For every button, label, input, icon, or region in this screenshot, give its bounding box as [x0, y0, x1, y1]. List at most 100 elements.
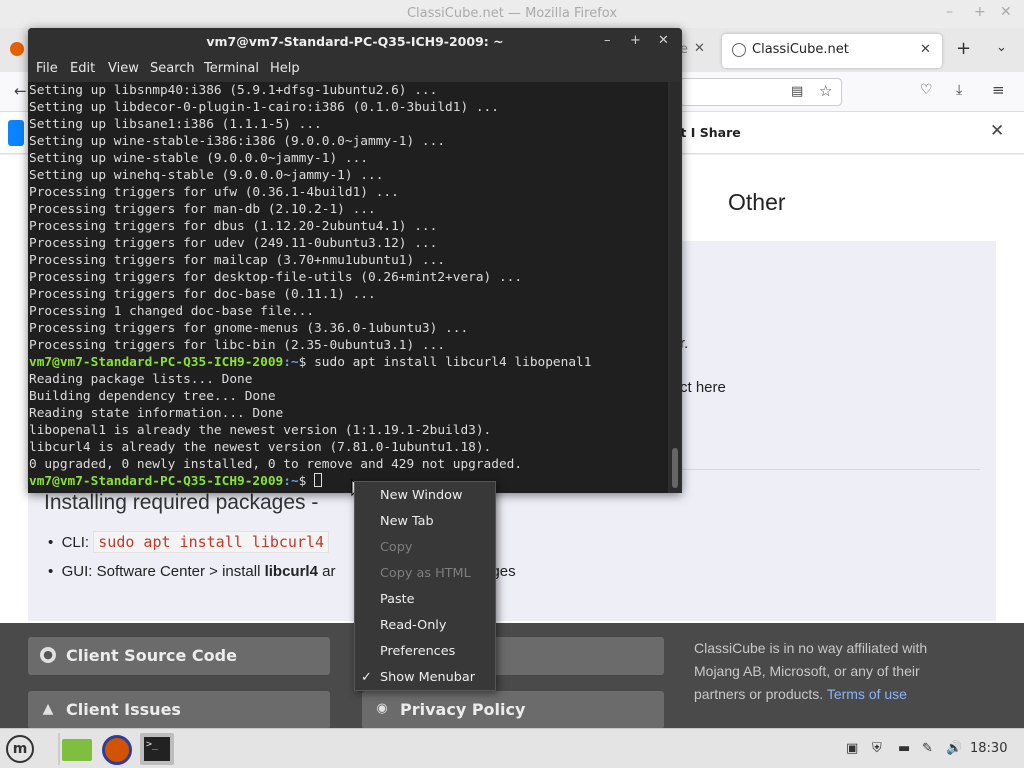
bullet: • [48, 563, 62, 580]
terminal-line: Setting up libsnmp40:i386 (5.9.1+dfsg-1u… [29, 83, 438, 98]
terminal-output[interactable]: Setting up libsnmp40:i386 (5.9.1+dfsg-1u… [28, 82, 668, 493]
pocket-icon[interactable]: ♡ [920, 82, 933, 98]
prompt-user: vm7@vm7-Standard-PC-Q35-ICH9-2009 [29, 474, 284, 489]
network-icon[interactable]: ✎ [922, 741, 933, 756]
firefox-logo-icon [10, 42, 24, 56]
minimize-icon[interactable]: – [946, 4, 953, 20]
menu-item-copy: Copy [380, 540, 413, 555]
menu-search[interactable]: Search [150, 61, 195, 76]
terminal-line: Processing triggers for doc-base (0.11.1… [29, 287, 376, 302]
bullet: • [48, 534, 62, 551]
menu-terminal[interactable]: Terminal [204, 61, 259, 76]
terminal-line: Processing triggers for dbus (1.12.20-2u… [29, 219, 438, 234]
notification-close-icon[interactable]: ✕ [990, 121, 1004, 141]
prompt-path: :~ [283, 474, 299, 489]
clock[interactable]: 18:30 [970, 741, 1007, 756]
prompt-symbol: $ [298, 355, 315, 370]
cli-code: sudo apt install libcurl4 [93, 531, 330, 553]
installing-heading: Installing required packages - [44, 491, 319, 514]
privacy-policy-button[interactable]: ◉ Privacy Policy [362, 691, 664, 729]
terminal-line: 0 upgraded, 0 newly installed, 0 to remo… [29, 457, 523, 472]
gui-text: ar [317, 563, 336, 580]
bookmark-star-icon[interactable]: ☆ [819, 82, 832, 100]
chevron-down-icon[interactable]: ⌄ [996, 40, 1007, 55]
new-tab-icon[interactable]: + [956, 38, 971, 59]
client-issues-button[interactable]: ▲ Client Issues [28, 691, 330, 729]
menu-item-paste[interactable]: Paste [355, 587, 495, 613]
volume-icon[interactable]: 🔊 [946, 741, 962, 756]
terminal-line: Processing triggers for man-db (2.10.2-1… [29, 202, 376, 217]
notification-icon [8, 120, 24, 146]
url-bar[interactable]: ▤ ☆ [680, 78, 842, 106]
shield-icon[interactable]: ⛨ [872, 741, 882, 756]
files-icon[interactable] [62, 739, 92, 761]
terminal-line: Processing 1 changed doc-base file... [29, 304, 315, 319]
terminal-line: libcurl4 is already the newest version (… [29, 440, 492, 455]
menu-item-label: Show Menubar [380, 670, 475, 685]
privacy-policy-label: Privacy Policy [400, 700, 526, 719]
menu-file[interactable]: File [36, 61, 58, 76]
firefox-taskbar-icon[interactable] [102, 735, 132, 765]
terminal-titlebar[interactable]: vm7@vm7-Standard-PC-Q35-ICH9-2009: ~ – +… [28, 28, 682, 56]
terminal-taskbar-button[interactable]: >_ [140, 733, 174, 765]
checkmark-icon: ✓ [361, 670, 372, 685]
cli-label: CLI: [61, 534, 94, 551]
menu-item-preferences[interactable]: Preferences [355, 639, 495, 665]
terminal-line: Setting up libdecor-0-plugin-1-cairo:i38… [29, 100, 499, 115]
tab-close-icon[interactable]: ✕ [694, 41, 705, 56]
maximize-icon[interactable]: + [974, 4, 986, 20]
keyboard-icon[interactable]: ▬ [898, 741, 910, 756]
downloads-icon[interactable]: ⤓ [956, 82, 962, 98]
menu-item-read-only[interactable]: Read-Only [355, 613, 495, 639]
globe-icon [732, 43, 746, 57]
footer-note: ClassiCube is in no way affiliated with … [694, 637, 974, 706]
typed-command: sudo apt install libcurl4 libopenal1 [314, 355, 592, 370]
update-icon[interactable]: ▣ [846, 741, 858, 756]
terminal-scrollbar[interactable] [670, 82, 680, 493]
back-icon[interactable]: ← [14, 82, 27, 100]
menu-edit[interactable]: Edit [70, 61, 95, 76]
menu-item-new-tab[interactable]: New Tab [355, 509, 495, 535]
terminal-context-menu: New Window New Tab Copy Copy as HTML Pas… [354, 481, 496, 691]
terms-of-use-link[interactable]: Terms of use [827, 686, 907, 702]
mint-menu-icon[interactable]: m [6, 735, 34, 763]
page-footer: ● Client Source Code ▲ Client Issues ◉ Priv… [0, 623, 1024, 729]
terminal-line: Setting up winehq-stable (9.0.0.0~jammy-… [29, 168, 384, 183]
other-heading: Other [728, 189, 786, 215]
prompt-symbol: $ [298, 474, 315, 489]
gui-text: GUI: Software Center > install [61, 563, 265, 580]
terminal-window: vm7@vm7-Standard-PC-Q35-ICH9-2009: ~ – +… [28, 28, 682, 493]
eye-icon: ◉ [376, 701, 388, 716]
menu-help[interactable]: Help [270, 61, 300, 76]
active-prompt-line[interactable]: vm7@vm7-Standard-PC-Q35-ICH9-2009:~$ [29, 473, 668, 490]
terminal-line: Reading package lists... Done [29, 372, 253, 387]
hamburger-menu-icon[interactable]: ≡ [992, 81, 1005, 99]
close-icon[interactable]: ✕ [1000, 4, 1012, 20]
maximize-icon[interactable]: + [630, 33, 641, 48]
terminal-icon: >_ [144, 737, 170, 761]
cli-list-item: • CLI: sudo apt install libcurl4 [48, 531, 330, 553]
client-source-code-button[interactable]: ● Client Source Code [28, 637, 330, 675]
menu-item-new-window[interactable]: New Window [355, 483, 495, 509]
close-icon[interactable]: ✕ [658, 33, 669, 48]
menu-item-show-menubar[interactable]: ✓ Show Menubar [355, 665, 495, 691]
text-cursor [314, 473, 323, 487]
terminal-title: vm7@vm7-Standard-PC-Q35-ICH9-2009: ~ [206, 34, 504, 49]
scrollbar-thumb[interactable] [672, 448, 678, 488]
command-line: vm7@vm7-Standard-PC-Q35-ICH9-2009:~$ sud… [29, 354, 668, 371]
terminal-line: Processing triggers for udev (249.11-0ub… [29, 236, 438, 251]
terminal-line: Setting up wine-stable (9.0.0.0~jammy-1)… [29, 151, 368, 166]
tab-label: ClassiCube.net [752, 42, 849, 57]
warning-icon: ▲ [42, 701, 54, 717]
github-icon: ● [40, 647, 56, 663]
tab-close-icon[interactable]: ✕ [920, 42, 931, 57]
menu-item-copy-as-html: Copy as HTML [380, 566, 471, 581]
tab-classicube[interactable]: ClassiCube.net ✕ [722, 34, 942, 68]
minimize-icon[interactable]: – [604, 33, 611, 48]
reader-view-icon[interactable]: ▤ [791, 84, 803, 99]
terminal-line: Setting up wine-stable-i386:i386 (9.0.0.… [29, 134, 446, 149]
terminal-line: Setting up libsane1:i386 (1.1.1-5) ... [29, 117, 322, 132]
terminal-line: Processing triggers for desktop-file-uti… [29, 270, 523, 285]
client-issues-label: Client Issues [66, 700, 181, 719]
menu-view[interactable]: View [108, 61, 139, 76]
